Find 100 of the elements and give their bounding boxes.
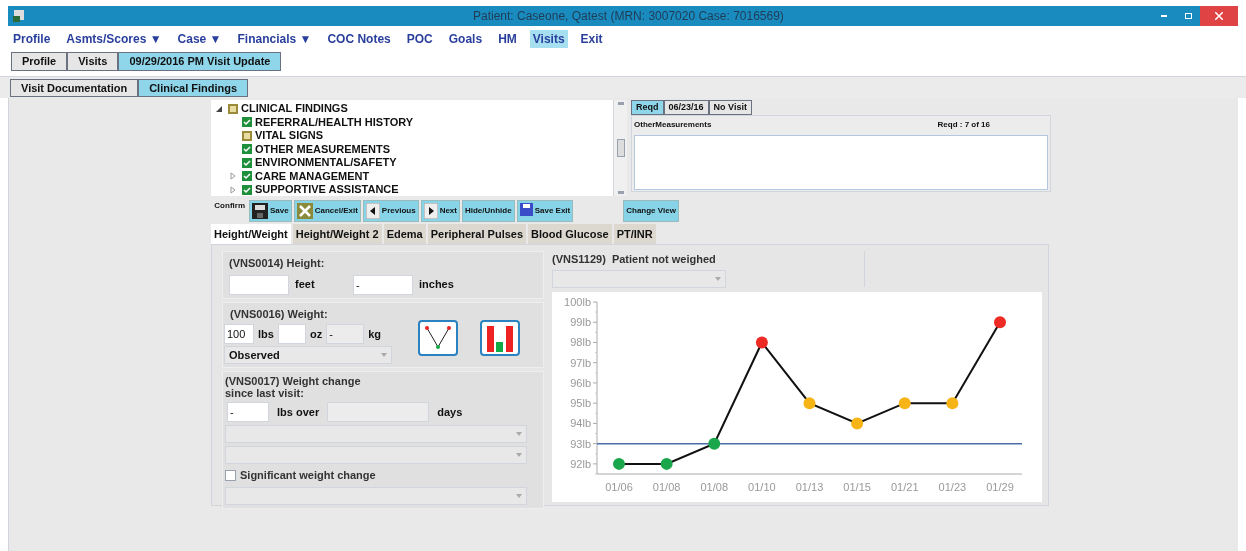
toolbar-button[interactable]: Cancel/Exit	[293, 200, 361, 222]
tab[interactable]: PT/INR	[613, 224, 656, 244]
menu-item[interactable]: Exit	[577, 30, 606, 48]
tab[interactable]: Reqd	[631, 100, 664, 115]
y-tick-label: 94lb	[570, 416, 591, 429]
tree-item[interactable]: VITAL SIGNS	[255, 130, 324, 142]
tree-item[interactable]: CARE MANAGEMENT	[255, 170, 370, 182]
y-tick-label: 98lb	[570, 335, 591, 348]
menu-item[interactable]: HM	[495, 30, 520, 48]
line-chart-icon[interactable]	[418, 319, 458, 356]
x-tick-label: 01/06	[605, 480, 633, 493]
y-tick-label: 93lb	[570, 437, 591, 450]
y-tick-label: 95lb	[570, 396, 591, 409]
menu-item[interactable]: Visits	[529, 30, 568, 48]
tab[interactable]: Height/Weight 2	[292, 224, 382, 244]
tab[interactable]: Profile	[11, 52, 68, 71]
caret-icon	[715, 276, 721, 281]
unit-label: kg	[368, 326, 381, 342]
toolbar-button[interactable]: Change View	[623, 200, 679, 222]
field-label: since last visit:	[225, 387, 305, 399]
check-icon	[242, 157, 252, 168]
check-icon	[242, 117, 252, 128]
caret-icon	[516, 432, 522, 436]
menu-item[interactable]: Profile	[10, 30, 54, 48]
tree-item[interactable]: SUPPORTIVE ASSISTANCE	[255, 184, 399, 196]
input-field[interactable]	[229, 274, 289, 295]
save-icon	[519, 203, 533, 216]
toolbar-button[interactable]: Save	[249, 200, 292, 222]
checkbox[interactable]	[225, 469, 236, 481]
dropdown[interactable]: Observed	[224, 346, 392, 364]
tree-item[interactable]: CLINICAL FINDINGS	[241, 103, 348, 115]
unit-label: lbs over	[277, 404, 320, 420]
unit-label: days	[437, 404, 463, 420]
unit-label: inches	[419, 277, 454, 293]
menu-item[interactable]: Goals	[445, 30, 486, 48]
y-tick-label: 92lb	[570, 457, 591, 470]
y-tick-label: 100lb	[564, 295, 591, 308]
tree-item[interactable]: OTHER MEASUREMENTS	[255, 143, 391, 155]
collapse-icon[interactable]	[215, 104, 225, 113]
check-icon	[242, 171, 252, 182]
y-tick-label: 99lb	[570, 315, 591, 328]
close-icon[interactable]	[1200, 6, 1238, 26]
toolbar-button[interactable]: Previous	[362, 200, 419, 222]
input-field[interactable]: -	[227, 402, 269, 422]
input-field[interactable]: -	[353, 274, 413, 295]
x-tick-label: 01/13	[795, 480, 824, 493]
app-icon	[12, 9, 26, 23]
field-label: (VNS0014) Height:	[229, 256, 326, 271]
x-tick-label: 01/08	[652, 480, 681, 493]
pending-icon	[228, 103, 238, 114]
field-label: (VNS0016) Weight:	[229, 306, 329, 322]
x-tick-label: 01/15	[843, 480, 871, 493]
toolbar-button[interactable]: Hide/Unhide	[461, 200, 515, 222]
tab[interactable]: 09/29/2016 PM Visit Update	[118, 52, 282, 71]
menu-item[interactable]: Asmts/Scores ▼	[63, 30, 165, 48]
tab[interactable]: Clinical Findings	[138, 79, 249, 97]
tab[interactable]: 06/23/16	[663, 100, 709, 115]
menu-item[interactable]: Financials ▼	[234, 30, 315, 48]
tab[interactable]: Blood Glucose	[528, 224, 612, 244]
scrollbar[interactable]	[613, 100, 627, 196]
right-arrow-icon	[423, 203, 438, 219]
tab[interactable]: No Visit	[708, 100, 752, 115]
menu-item[interactable]: POC	[403, 30, 436, 48]
notes-area[interactable]	[634, 135, 1048, 190]
section-title: OtherMeasurements	[634, 119, 712, 131]
x-tick-label: 01/10	[748, 480, 776, 493]
tab[interactable]: Height/Weight	[211, 224, 291, 244]
left-arrow-icon	[365, 203, 380, 219]
save-icon	[252, 203, 268, 219]
toolbar-button[interactable]: Next	[420, 200, 460, 222]
tab[interactable]: Visits	[67, 52, 119, 71]
tab[interactable]: Visit Documentation	[10, 79, 139, 97]
input-field[interactable]	[327, 402, 430, 422]
toolbar-button[interactable]: Save Exit	[516, 200, 574, 222]
required-count: Reqd : 7 of 16	[937, 119, 990, 131]
cancel-icon	[296, 203, 313, 219]
tab[interactable]: Peripheral Pulses	[427, 224, 527, 244]
tab[interactable]: Edema	[383, 224, 426, 244]
unit-label: feet	[295, 277, 316, 293]
x-tick-label: 01/21	[891, 480, 919, 493]
pending-icon	[242, 130, 252, 141]
window-title: Patient: Caseone, Qatest (MRN: 3007020 Case: 7016569)	[473, 8, 784, 25]
field-label: (VNS0017) Weight change	[225, 375, 362, 387]
menu-item[interactable]: COC Notes	[324, 30, 394, 48]
y-tick-label: 96lb	[570, 376, 591, 389]
tree-item[interactable]: REFERRAL/HEALTH HISTORY	[255, 116, 414, 128]
field-label: (VNS1129) Patient not weighed	[552, 252, 717, 267]
tree-item[interactable]: ENVIRONMENTAL/SAFETY	[255, 157, 397, 169]
input-field[interactable]	[277, 324, 306, 344]
checkbox-label: Significant weight change	[240, 468, 376, 483]
menu-item[interactable]: Case ▼	[174, 30, 225, 48]
x-tick-label: 01/23	[938, 480, 967, 493]
x-tick-label: 01/29	[986, 480, 1014, 493]
caret-icon	[516, 493, 522, 498]
caret-icon	[381, 353, 387, 357]
x-tick-label: 01/08	[700, 480, 728, 493]
bar-chart-icon[interactable]	[480, 319, 520, 356]
input-field[interactable]: -	[326, 324, 365, 344]
input-field[interactable]: 100	[224, 324, 254, 344]
unit-label: lbs	[258, 326, 274, 342]
